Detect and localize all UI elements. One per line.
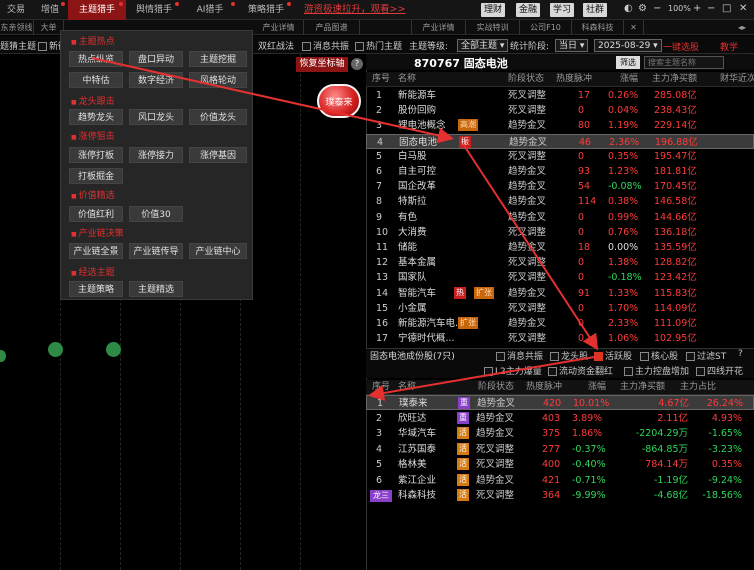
arrow-line	[91, 57, 454, 144]
arrow-line	[368, 355, 601, 401]
annotation-arrows	[91, 57, 601, 401]
arrow-line	[462, 143, 599, 351]
